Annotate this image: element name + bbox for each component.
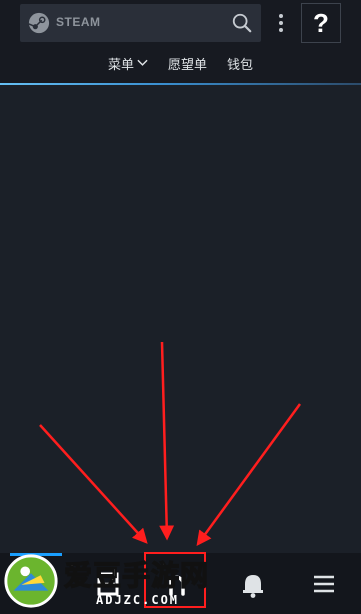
watermark-logo-icon: [4, 554, 58, 608]
watermark-domain: ADJZC.COM: [96, 593, 180, 607]
steam-mobile-screen: STEAM ? 菜单 愿望单 钱包 爱豆手游网 ADJZC.COM: [0, 0, 361, 614]
watermark-title: 爱豆手游网: [63, 558, 210, 592]
nav-item-wallet-label: 钱包: [227, 57, 254, 73]
kebab-menu-icon[interactable]: [272, 11, 290, 35]
nav-item-menu-label: 菜单: [107, 57, 134, 73]
sub-navigation: 菜单 愿望单 钱包: [0, 50, 361, 76]
nav-item-wishlist-label: 愿望单: [167, 57, 207, 73]
help-button[interactable]: ?: [301, 3, 341, 43]
steam-wordmark: STEAM: [56, 15, 101, 29]
nav-item-wishlist[interactable]: 愿望单: [168, 50, 207, 76]
chevron-down-icon: [137, 59, 148, 66]
main-content-area: [0, 85, 361, 553]
hamburger-menu-icon[interactable]: [304, 566, 344, 602]
nav-item-wallet[interactable]: 钱包: [227, 50, 253, 76]
steam-logo-icon: [28, 12, 50, 34]
search-bar[interactable]: STEAM: [20, 4, 261, 42]
search-icon[interactable]: [231, 12, 253, 34]
watermark: 爱豆手游网 ADJZC.COM: [0, 548, 250, 614]
nav-item-menu[interactable]: 菜单: [108, 50, 148, 76]
top-header: STEAM ? 菜单 愿望单 钱包: [0, 0, 361, 85]
